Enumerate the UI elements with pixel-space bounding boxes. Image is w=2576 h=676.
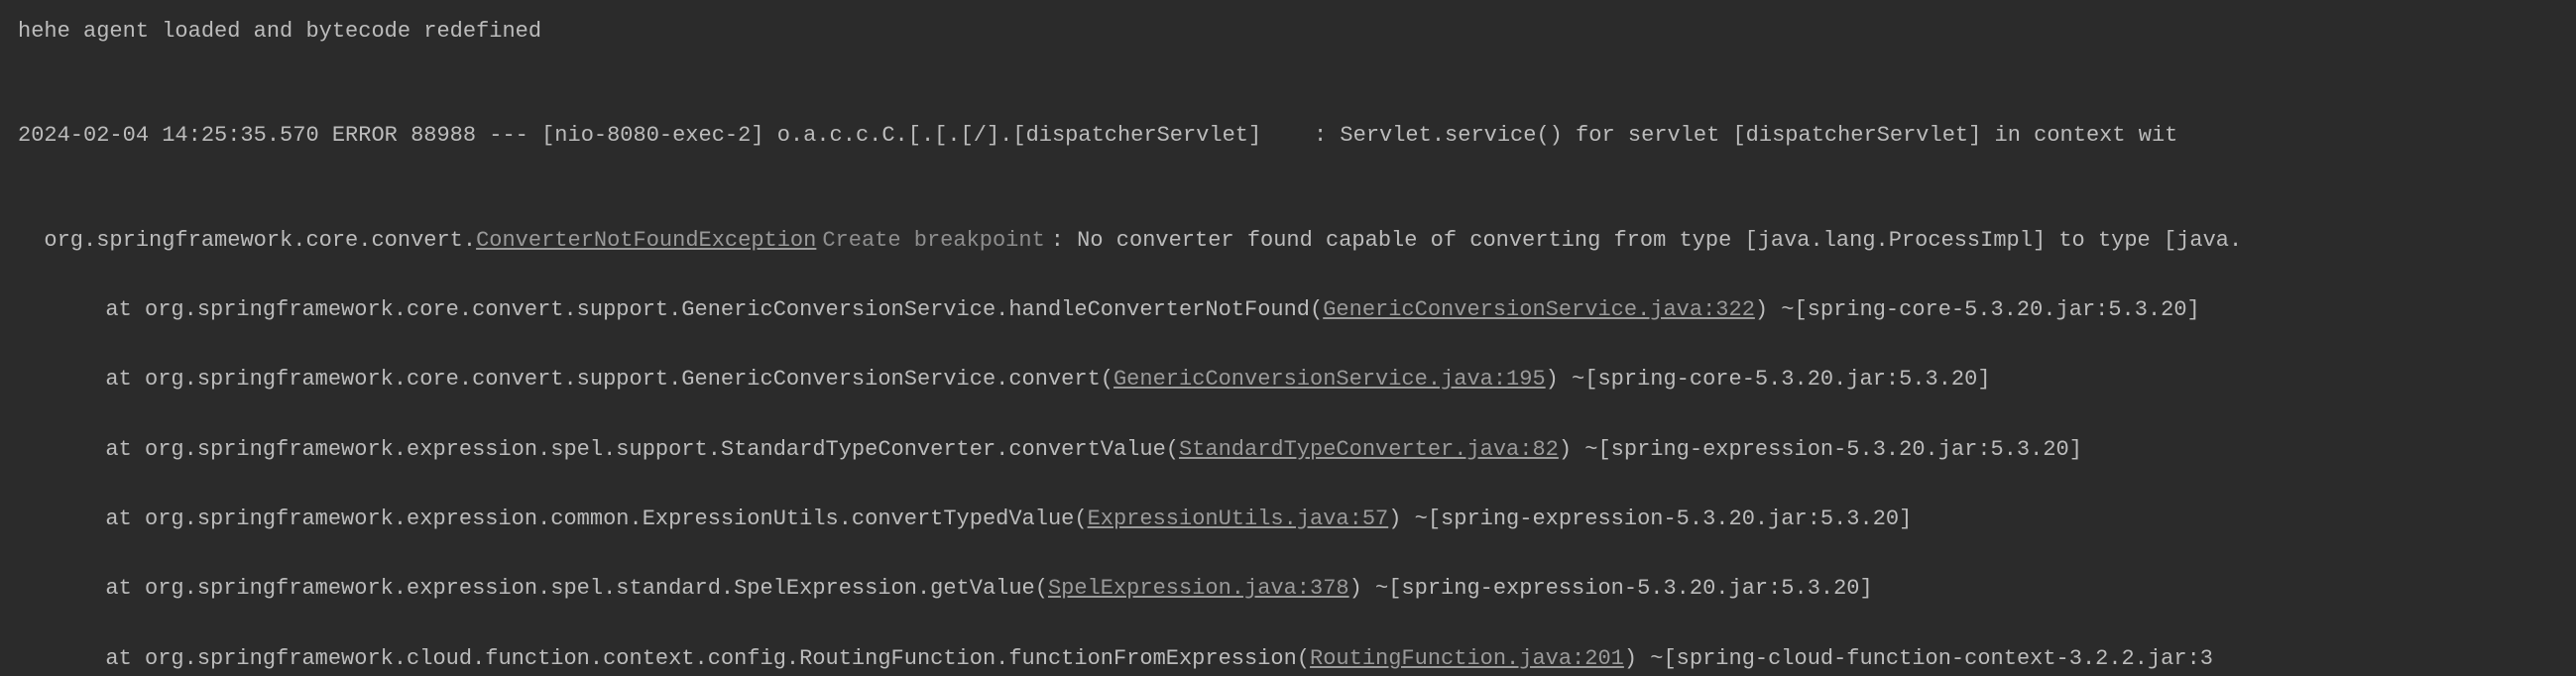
stacktrace-text: at org.springframework.core.convert.supp…: [105, 297, 1323, 322]
stacktrace-suffix: ) ~[spring-expression-5.3.20.jar:5.3.20]: [1559, 437, 2082, 462]
blank-line: [18, 49, 2558, 83]
source-link[interactable]: ExpressionUtils.java:57: [1088, 507, 1389, 531]
stacktrace-suffix: ) ~[spring-expression-5.3.20.jar:5.3.20]: [1388, 507, 1912, 531]
exception-line: org.springframework.core.convert.Convert…: [18, 187, 2558, 257]
stacktrace-text: at org.springframework.expression.spel.s…: [105, 576, 1048, 601]
console-output-line: hehe agent loaded and bytecode redefined: [18, 14, 2558, 49]
stacktrace-line: at org.springframework.expression.common…: [18, 467, 2558, 536]
blank-line: [18, 153, 2558, 187]
stacktrace-suffix: ) ~[spring-expression-5.3.20.jar:5.3.20]: [1349, 576, 1873, 601]
blank-line: [18, 83, 2558, 118]
create-breakpoint-link[interactable]: Create breakpoint: [822, 228, 1044, 253]
stacktrace-suffix: ) ~[spring-core-5.3.20.jar:5.3.20]: [1755, 297, 2200, 322]
stacktrace-line: at org.springframework.cloud.function.co…: [18, 607, 2558, 676]
stacktrace-line: at org.springframework.core.convert.supp…: [18, 258, 2558, 327]
source-link[interactable]: GenericConversionService.java:322: [1323, 297, 1755, 322]
source-link[interactable]: SpelExpression.java:378: [1048, 576, 1349, 601]
exception-message: : No converter found capable of converti…: [1051, 228, 2242, 253]
stacktrace-text: at org.springframework.expression.common…: [105, 507, 1087, 531]
exception-class-link[interactable]: ConverterNotFoundException: [476, 228, 816, 253]
source-link[interactable]: StandardTypeConverter.java:82: [1179, 437, 1559, 462]
source-link[interactable]: GenericConversionService.java:195: [1113, 367, 1546, 392]
stacktrace-text: at org.springframework.cloud.function.co…: [105, 646, 1310, 671]
stacktrace-suffix: ) ~[spring-cloud-function-context-3.2.2.…: [1624, 646, 2213, 671]
exception-package: org.springframework.core.convert.: [44, 228, 476, 253]
stacktrace-text: at org.springframework.core.convert.supp…: [105, 367, 1113, 392]
stacktrace-line: at org.springframework.expression.spel.s…: [18, 397, 2558, 467]
source-link[interactable]: RoutingFunction.java:201: [1310, 646, 1624, 671]
stacktrace-text: at org.springframework.expression.spel.s…: [105, 437, 1179, 462]
stacktrace-line: at org.springframework.core.convert.supp…: [18, 327, 2558, 396]
stacktrace-line: at org.springframework.expression.spel.s…: [18, 536, 2558, 606]
console-log-line: 2024-02-04 14:25:35.570 ERROR 88988 --- …: [18, 118, 2558, 153]
stacktrace-suffix: ) ~[spring-core-5.3.20.jar:5.3.20]: [1546, 367, 1991, 392]
